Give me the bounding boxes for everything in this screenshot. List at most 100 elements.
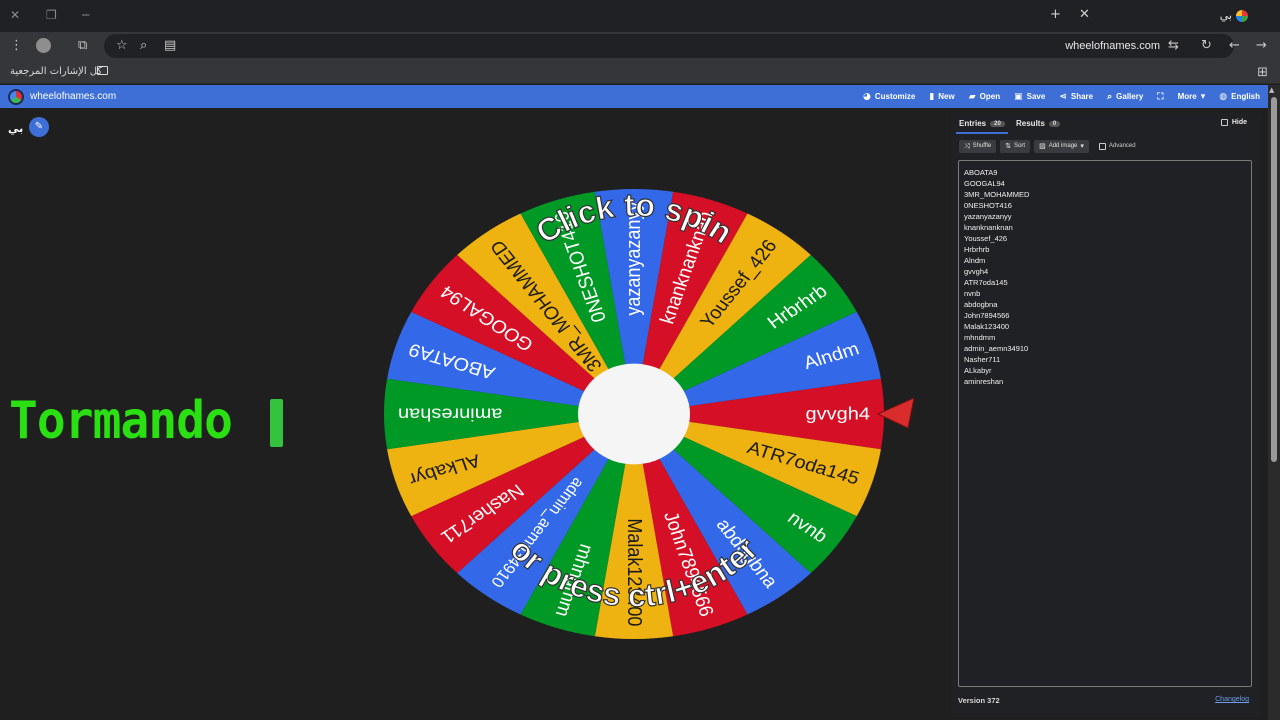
entries-panel: Entries 20 Results 0 Hide ⤨ Shuffle ⇅ Sort… bbox=[951, 113, 1261, 717]
advanced-toggle[interactable]: Advanced bbox=[1098, 142, 1136, 150]
share-button[interactable]: ⋖ Share bbox=[1059, 92, 1093, 102]
nav-menu: ◕ Customize ▮ New ▰ Open ▣ Save ⋖ Share ⌕ Gall… bbox=[863, 85, 1260, 108]
wheel-title: بي bbox=[8, 122, 24, 135]
changelog-link[interactable]: Changelog bbox=[1215, 696, 1249, 703]
share-icon: ⋖ bbox=[1059, 91, 1067, 102]
shuffle-button[interactable]: ⤨ Shuffle bbox=[959, 139, 997, 153]
minimize-window-icon[interactable]: ─ bbox=[82, 8, 89, 22]
entry-line: abdogbna bbox=[964, 300, 998, 309]
customize-label: Customize bbox=[874, 92, 916, 101]
more-button[interactable]: More ▾ bbox=[1178, 92, 1206, 102]
new-tab-icon[interactable]: + bbox=[1050, 7, 1061, 22]
active-tab-indicator bbox=[956, 132, 1008, 134]
entries-textarea[interactable]: ABOATA9 GOOGAL94 3MR_MOHAMMED 0NESHOT416 yaz… bbox=[958, 160, 1252, 687]
tab-entries-label: Entries bbox=[959, 119, 987, 128]
back-icon[interactable]: → bbox=[1256, 38, 1267, 53]
site-navbar: wheelofnames.com ◕ Customize ▮ New ▰ Open ▣… bbox=[0, 85, 1268, 108]
entries-toolbar: ⤨ Shuffle ⇅ Sort ▨ Add image ▾ Advanced bbox=[959, 139, 1136, 153]
add-image-button[interactable]: ▨ Add image ▾ bbox=[1034, 139, 1089, 153]
entry-line: GOOGAL94 bbox=[964, 179, 1005, 188]
hide-toggle[interactable]: Hide bbox=[1220, 119, 1247, 126]
advanced-checkbox[interactable] bbox=[1098, 142, 1106, 150]
browser-toolbar: ⋮ ⧉ ☆ ⌕ ▤ wheelofnames.com ⇆ ↻ ← → bbox=[0, 32, 1280, 60]
entry-line: gvvgh4 bbox=[964, 267, 989, 276]
image-icon: ▨ bbox=[1039, 142, 1046, 150]
site-logo-icon[interactable] bbox=[8, 89, 24, 105]
results-count-badge: 0 bbox=[1048, 120, 1061, 127]
hide-checkbox[interactable] bbox=[1220, 119, 1228, 126]
wheel-segment-label: aminreshan bbox=[398, 404, 502, 424]
entry-line: Malak123400 bbox=[964, 322, 1010, 331]
menu-kebab-icon[interactable]: ⋮ bbox=[10, 38, 23, 53]
url-text[interactable]: wheelofnames.com bbox=[1065, 40, 1160, 52]
extensions-icon[interactable]: ⧉ bbox=[78, 38, 87, 53]
reload-icon[interactable]: ↻ bbox=[1201, 38, 1212, 53]
close-tab-icon[interactable]: ✕ bbox=[1079, 7, 1090, 22]
restore-window-icon[interactable]: ❐ bbox=[46, 8, 57, 22]
scrollbar-thumb[interactable] bbox=[1271, 97, 1277, 462]
panel-tabs: Entries 20 Results 0 Hide bbox=[951, 113, 1261, 134]
tab-favicon-icon bbox=[1236, 10, 1248, 22]
tab-results[interactable]: Results 0 bbox=[1016, 119, 1061, 128]
tab-title[interactable]: بي bbox=[1220, 9, 1232, 22]
new-button[interactable]: ▮ New bbox=[929, 92, 954, 102]
spin-wheel[interactable]: ABOATA9GOOGAL943MR_MOHAMMED0NESHOT416 yaz… bbox=[354, 162, 914, 666]
entry-line: John7894566 bbox=[964, 311, 1010, 320]
scroll-up-icon[interactable]: ▲ bbox=[1269, 86, 1274, 94]
add-image-label: Add image bbox=[1048, 143, 1078, 149]
wheel-container[interactable]: ABOATA9 GOOGAL94 3MR_MOHAMMED 0NESHOT416 yaz… bbox=[354, 162, 914, 666]
entry-line: Youssef_426 bbox=[964, 234, 1008, 243]
gallery-button[interactable]: ⌕ Gallery bbox=[1107, 92, 1143, 102]
folder-icon bbox=[97, 66, 108, 75]
entry-line: Alndm bbox=[964, 256, 986, 265]
shuffle-label: Shuffle bbox=[972, 143, 992, 149]
chevron-down-icon: ▾ bbox=[1200, 91, 1206, 102]
palette-icon: ◕ bbox=[863, 91, 871, 102]
customize-button[interactable]: ◕ Customize bbox=[863, 92, 915, 102]
close-window-icon[interactable]: ✕ bbox=[10, 8, 20, 22]
language-button[interactable]: ◍ English bbox=[1219, 92, 1260, 102]
open-button[interactable]: ▰ Open bbox=[969, 92, 1000, 102]
save-label: Save bbox=[1026, 92, 1046, 101]
apps-grid-icon[interactable]: ⊞ bbox=[1257, 65, 1268, 80]
wheel-center-hub[interactable] bbox=[578, 363, 690, 465]
profile-icon[interactable] bbox=[36, 38, 51, 53]
fullscreen-icon: ⛶ bbox=[1157, 91, 1164, 102]
page-scrollbar[interactable]: ▲ bbox=[1268, 85, 1280, 720]
sort-label: Sort bbox=[1014, 143, 1026, 149]
all-bookmarks-label[interactable]: كل الإشارات المرجعية bbox=[10, 66, 102, 77]
new-label: New bbox=[938, 92, 955, 101]
open-folder-icon: ▰ bbox=[968, 91, 976, 102]
wheel-body[interactable]: ABOATA9GOOGAL943MR_MOHAMMED0NESHOT416 yaz… bbox=[384, 189, 884, 639]
reading-mode-icon[interactable]: ▤ bbox=[164, 38, 176, 53]
fullscreen-button[interactable]: ⛶ bbox=[1157, 92, 1163, 102]
bookmarks-bar: كل الإشارات المرجعية ⊞ bbox=[0, 60, 1280, 84]
entry-line: Hrbrhrb bbox=[964, 245, 990, 254]
sort-button[interactable]: ⇅ Sort bbox=[1000, 139, 1031, 153]
share-label: Share bbox=[1070, 92, 1094, 101]
entry-line: ALkabyr bbox=[964, 366, 992, 375]
gallery-label: Gallery bbox=[1116, 92, 1144, 101]
entry-line: nvnb bbox=[964, 289, 981, 298]
wheel-segment-label: gvvgh4 bbox=[806, 404, 871, 424]
zoom-icon[interactable]: ⌕ bbox=[140, 38, 147, 53]
shuffle-icon: ⤨ bbox=[964, 141, 970, 150]
tab-results-label: Results bbox=[1016, 119, 1045, 128]
entry-line: admin_aemn34910 bbox=[964, 344, 1029, 353]
site-settings-icon[interactable]: ⇆ bbox=[1168, 38, 1179, 53]
entry-line: 0NESHOT416 bbox=[964, 201, 1012, 210]
entry-line: Nasher711 bbox=[964, 355, 1001, 364]
entry-line: ATR7oda145 bbox=[964, 278, 1008, 287]
edit-title-button[interactable]: ✎ bbox=[29, 117, 49, 137]
tab-entries[interactable]: Entries 20 bbox=[959, 119, 1005, 128]
save-button[interactable]: ▣ Save bbox=[1014, 92, 1045, 102]
new-file-icon: ▮ bbox=[929, 91, 935, 102]
sort-icon: ⇅ bbox=[1005, 142, 1012, 150]
pencil-icon: ✎ bbox=[34, 121, 44, 132]
bookmark-star-icon[interactable]: ☆ bbox=[116, 38, 128, 53]
more-label: More bbox=[1177, 92, 1197, 101]
site-name-link[interactable]: wheelofnames.com bbox=[30, 91, 116, 102]
advanced-label: Advanced bbox=[1108, 143, 1136, 149]
save-icon: ▣ bbox=[1014, 91, 1023, 102]
forward-icon[interactable]: ← bbox=[1229, 38, 1240, 53]
